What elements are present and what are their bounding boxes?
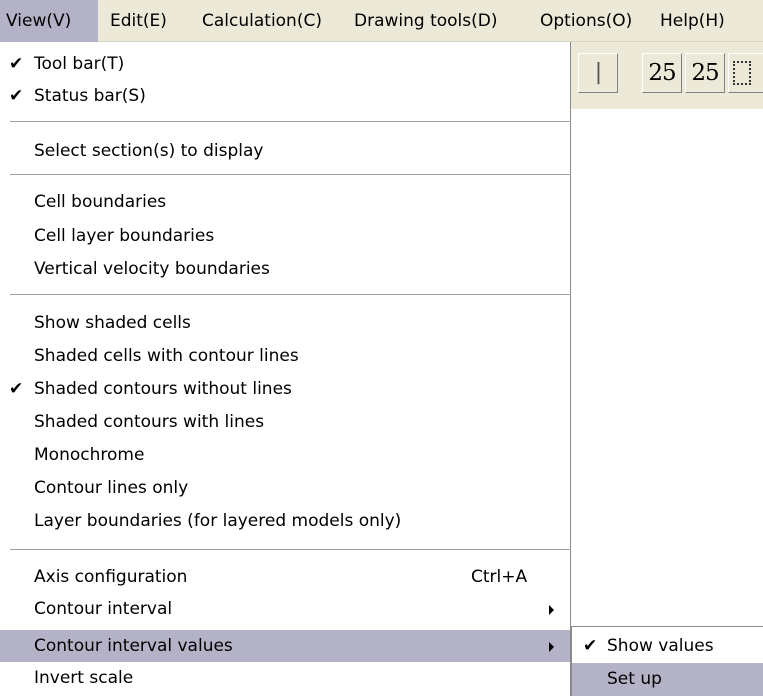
menu-item-axis-configuration[interactable]: Axis configuration Ctrl+A [0,561,570,593]
menu-item-monochrome[interactable]: Monochrome [0,439,570,471]
menu-separator [10,294,571,295]
menu-item-label: Shaded cells with contour lines [34,346,299,366]
menu-item-label: Vertical velocity boundaries [34,259,270,279]
submenu-arrow-icon [549,605,554,615]
menu-item-label: Cell boundaries [34,192,167,212]
menu-edit[interactable]: Edit(E) [110,0,167,42]
view-menu-dropdown: ✔ Tool bar(T) ✔ Status bar(S) Select sec… [0,42,571,696]
menu-separator [10,549,571,550]
menu-view[interactable]: View(V) [0,0,98,42]
menu-help[interactable]: Help(H) [660,0,725,42]
menu-item-label: Monochrome [34,445,145,465]
menu-item-label: Contour interval [34,599,173,619]
menu-item-tool-bar[interactable]: ✔ Tool bar(T) [0,48,570,80]
toolbar-line-button[interactable]: | [578,53,618,93]
menu-item-invert-scale[interactable]: Invert scale [0,662,570,694]
submenu-item-set-up[interactable]: Set up [572,663,763,696]
toolbar-25-button[interactable]: 25 [642,53,682,93]
menu-item-label: Contour lines only [34,478,189,498]
menu-item-contour-interval[interactable]: Contour interval [0,593,570,625]
check-icon: ✔ [583,636,598,656]
toolbar: | 25 25 [556,42,763,109]
menu-item-contour-lines-only[interactable]: Contour lines only [0,472,570,504]
menu-item-label: Show shaded cells [34,313,191,333]
drawing-canvas[interactable] [556,109,763,629]
menu-separator [10,121,571,122]
menu-item-layer-boundaries[interactable]: Layer boundaries (for layered models onl… [0,505,570,537]
menu-item-label: Shaded contours without lines [34,379,292,399]
menu-item-shaded-contours-without-lines[interactable]: ✔ Shaded contours without lines [0,373,570,405]
menu-options[interactable]: Options(O) [540,0,632,42]
menu-item-label: Shaded contours with lines [34,412,265,432]
menu-item-label: Invert scale [34,668,134,688]
menu-item-shaded-contours-with-lines[interactable]: Shaded contours with lines [0,406,570,438]
check-icon: ✔ [9,86,24,106]
menu-item-label: Layer boundaries (for layered models onl… [34,511,402,531]
menu-item-cell-layer-boundaries[interactable]: Cell layer boundaries [0,220,570,252]
menu-drawing-tools[interactable]: Drawing tools(D) [354,0,498,42]
toolbar-selection-button[interactable] [728,53,763,93]
application-window: View(V) Edit(E) Calculation(C) Drawing t… [0,0,763,696]
menu-item-label: Tool bar(T) [34,54,125,74]
menu-item-label: Contour interval values [34,636,233,656]
submenu-arrow-icon [549,642,554,652]
menu-item-shaded-cells-contour-lines[interactable]: Shaded cells with contour lines [0,340,570,372]
menu-item-cell-boundaries[interactable]: Cell boundaries [0,186,570,218]
menu-item-label: Cell layer boundaries [34,226,215,246]
menu-calculation[interactable]: Calculation(C) [202,0,322,42]
menu-item-show-shaded-cells[interactable]: Show shaded cells [0,307,570,339]
submenu-item-show-values[interactable]: ✔ Show values [572,630,763,663]
menu-item-vertical-velocity-boundaries[interactable]: Vertical velocity boundaries [0,253,570,285]
check-icon: ✔ [9,54,24,74]
menu-item-contour-interval-values[interactable]: Contour interval values [0,630,570,662]
menu-item-select-sections[interactable]: Select section(s) to display [0,135,570,167]
menu-item-shortcut: Ctrl+A [471,567,528,587]
submenu-item-label: Set up [607,669,662,689]
menu-bar: View(V) Edit(E) Calculation(C) Drawing t… [0,0,763,42]
menu-item-label: Status bar(S) [34,86,146,106]
dotted-selection-icon [733,61,751,85]
menu-item-label: Select section(s) to display [34,141,264,161]
menu-separator [10,174,571,175]
submenu-item-label: Show values [607,636,714,656]
check-icon: ✔ [9,379,24,399]
contour-interval-values-submenu: ✔ Show values Set up [571,626,763,696]
menu-item-label: Axis configuration [34,567,188,587]
toolbar-25-bold-button[interactable]: 25 [685,53,725,93]
menu-item-status-bar[interactable]: ✔ Status bar(S) [0,80,570,112]
